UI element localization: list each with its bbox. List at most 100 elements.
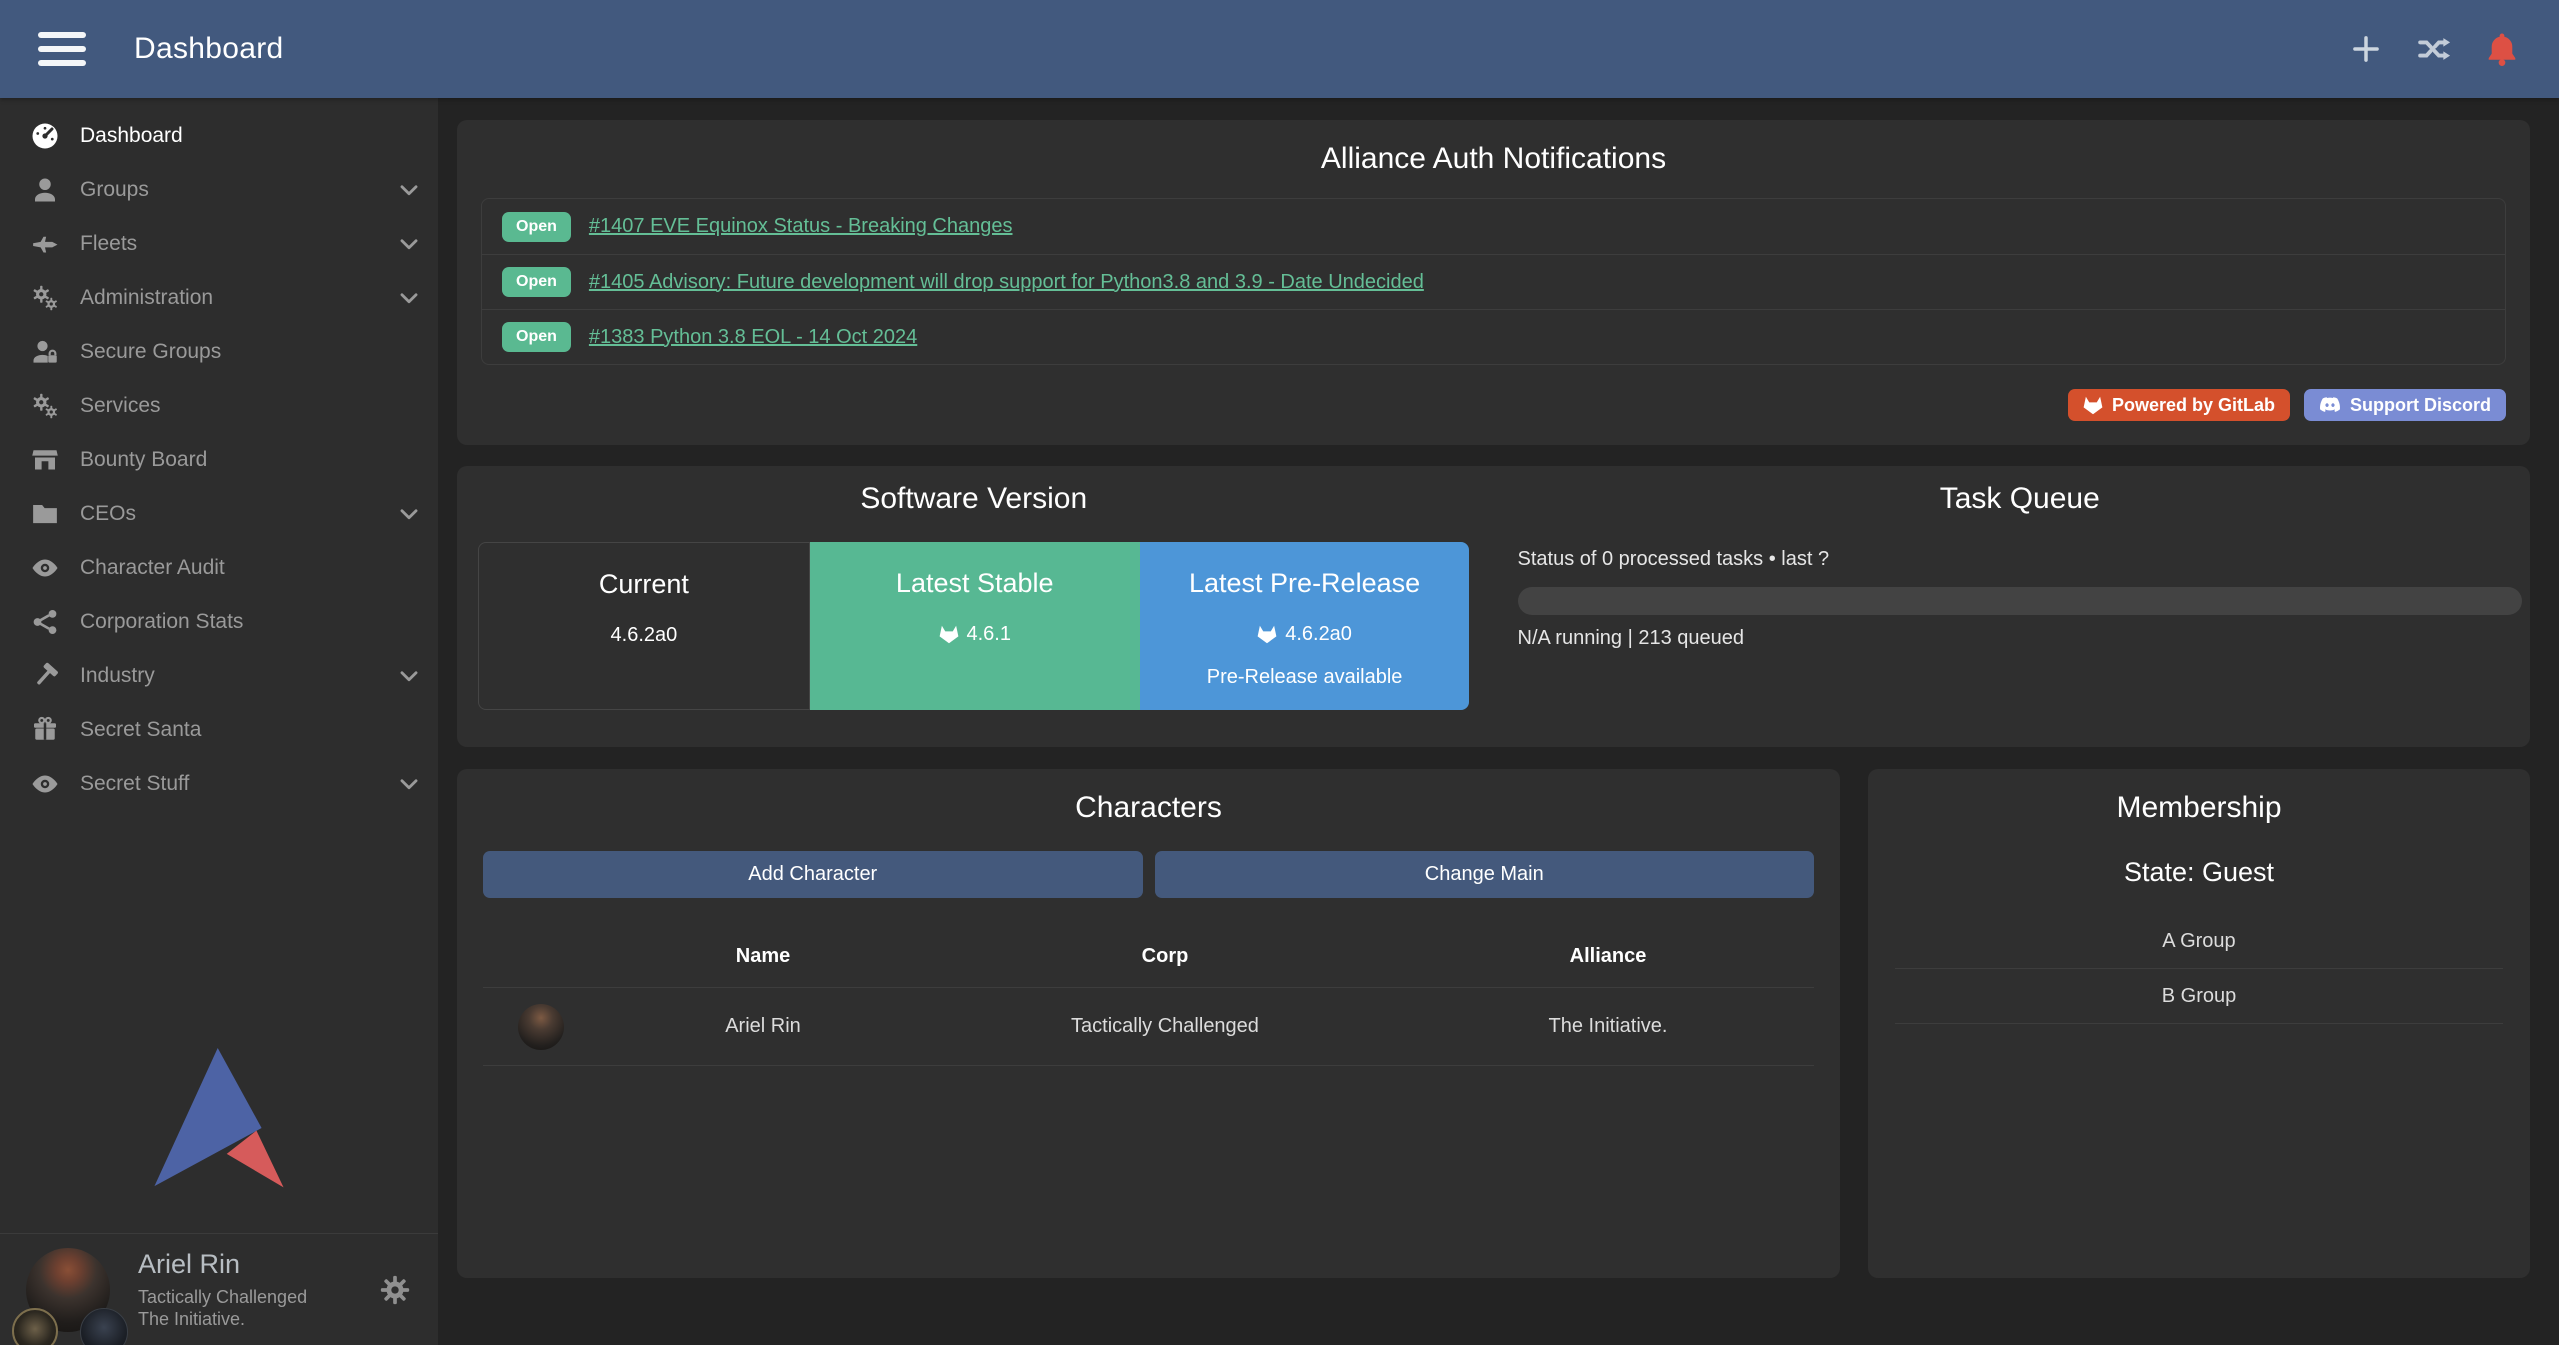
gauge-icon xyxy=(30,121,60,151)
notifications-panel: Alliance Auth Notifications Open #1407 E… xyxy=(457,120,2530,445)
version-number: 4.6.2a0 xyxy=(611,624,678,647)
share-icon xyxy=(30,607,60,637)
membership-panel: Membership State: Guest A Group B Group xyxy=(1868,769,2530,1278)
user-avatar xyxy=(26,1248,110,1332)
add-icon[interactable] xyxy=(2347,30,2385,68)
sidebar-item-secret-stuff[interactable]: Secret Stuff xyxy=(0,757,438,811)
sidebar-item-label: Dashboard xyxy=(80,124,183,148)
version-card-latest-stable: Latest Stable 4.6.1 xyxy=(810,542,1140,710)
version-card-label: Latest Stable xyxy=(810,568,1140,599)
chevron-down-icon xyxy=(396,285,422,311)
sidebar: Dashboard Groups Fleets xyxy=(0,98,438,1345)
sidebar-item-administration[interactable]: Administration xyxy=(0,271,438,325)
external-badges: Powered by GitLab Support Discord xyxy=(481,389,2506,421)
chevron-down-icon xyxy=(396,231,422,257)
task-status-line: Status of 0 processed tasks • last ? xyxy=(1518,548,2523,571)
user-info: Ariel Rin Tactically Challenged The Init… xyxy=(138,1248,307,1331)
status-badge: Open xyxy=(502,212,571,242)
add-character-button[interactable]: Add Character xyxy=(483,851,1143,898)
gitlab-badge-label: Powered by GitLab xyxy=(2112,395,2275,416)
notification-link[interactable]: #1405 Advisory: Future development will … xyxy=(589,271,1424,294)
task-queue-section: Task Queue Status of 0 processed tasks •… xyxy=(1494,466,2531,747)
sidebar-item-secure-groups[interactable]: Secure Groups xyxy=(0,325,438,379)
sidebar-item-dashboard[interactable]: Dashboard xyxy=(0,109,438,163)
version-card-label: Latest Pre-Release xyxy=(1140,568,1470,599)
characters-title: Characters xyxy=(483,791,1814,825)
store-icon xyxy=(30,445,60,475)
sidebar-item-ceos[interactable]: CEOs xyxy=(0,487,438,541)
notification-bell-icon[interactable] xyxy=(2483,30,2521,68)
chevron-down-icon xyxy=(396,177,422,203)
version-card-pre-release: Latest Pre-Release 4.6.2a0 Pre-Release a… xyxy=(1140,542,1470,710)
sidebar-item-character-audit[interactable]: Character Audit xyxy=(0,541,438,595)
shuffle-icon[interactable] xyxy=(2415,30,2453,68)
sidebar-item-label: Secure Groups xyxy=(80,340,221,364)
membership-title: Membership xyxy=(1895,791,2503,825)
discord-icon xyxy=(2319,396,2341,414)
sidebar-item-groups[interactable]: Groups xyxy=(0,163,438,217)
change-main-button[interactable]: Change Main xyxy=(1155,851,1815,898)
sidebar-item-label: CEOs xyxy=(80,502,136,526)
characters-actions: Add Character Change Main xyxy=(483,851,1814,898)
gitlab-tanuki-icon xyxy=(2083,396,2103,415)
pre-release-note: Pre-Release available xyxy=(1140,666,1470,689)
notification-link[interactable]: #1383 Python 3.8 EOL - 14 Oct 2024 xyxy=(589,326,917,349)
notifications-title: Alliance Auth Notifications xyxy=(481,142,2506,176)
gears-icon xyxy=(30,391,60,421)
sidebar-item-label: Character Audit xyxy=(80,556,225,580)
software-version-section: Software Version Current 4.6.2a0 Latest … xyxy=(457,466,1494,747)
sidebar-item-label: Corporation Stats xyxy=(80,610,243,634)
sidebar-item-secret-santa[interactable]: Secret Santa xyxy=(0,703,438,757)
chevron-down-icon xyxy=(396,501,422,527)
cell-name: Ariel Rin xyxy=(598,1015,928,1038)
status-badge: Open xyxy=(502,322,571,352)
characters-table: Name Corp Alliance Ariel Rin Tactically … xyxy=(483,926,1814,1066)
user-alliance: The Initiative. xyxy=(138,1308,307,1331)
gitlab-badge[interactable]: Powered by GitLab xyxy=(2068,389,2290,421)
table-row: Ariel Rin Tactically Challenged The Init… xyxy=(483,988,1814,1066)
version-card-label: Current xyxy=(479,569,809,600)
user-name: Ariel Rin xyxy=(138,1248,307,1282)
task-progress-bar xyxy=(1518,587,2523,615)
gift-icon xyxy=(30,715,60,745)
membership-groups: A Group B Group xyxy=(1895,914,2503,1024)
header-alliance: Alliance xyxy=(1402,945,1814,968)
membership-state: State: Guest xyxy=(1895,857,2503,888)
sidebar-item-label: Secret Santa xyxy=(80,718,201,742)
sidebar-item-industry[interactable]: Industry xyxy=(0,649,438,703)
navbar: Dashboard xyxy=(0,0,2559,98)
notification-item: Open #1405 Advisory: Future development … xyxy=(482,254,2505,309)
chevron-down-icon xyxy=(396,663,422,689)
app-root: Dashboard xyxy=(0,0,2559,1345)
sidebar-item-label: Industry xyxy=(80,664,155,688)
notifications-list: Open #1407 EVE Equinox Status - Breaking… xyxy=(481,198,2506,365)
software-version-title: Software Version xyxy=(478,482,1470,516)
page-title: Dashboard xyxy=(134,32,283,66)
sidebar-item-label: Groups xyxy=(80,178,149,202)
menu-toggle-icon[interactable] xyxy=(38,32,86,66)
sidebar-item-label: Fleets xyxy=(80,232,137,256)
discord-badge-label: Support Discord xyxy=(2350,395,2491,416)
sidebar-item-services[interactable]: Services xyxy=(0,379,438,433)
sidebar-item-bounty-board[interactable]: Bounty Board xyxy=(0,433,438,487)
jet-icon xyxy=(30,229,60,259)
notification-item: Open #1383 Python 3.8 EOL - 14 Oct 2024 xyxy=(482,309,2505,364)
cell-corp: Tactically Challenged xyxy=(928,1015,1402,1038)
user-icon xyxy=(30,175,60,205)
version-cards: Current 4.6.2a0 Latest Stable 4.6.1 xyxy=(478,542,1470,710)
discord-badge[interactable]: Support Discord xyxy=(2304,389,2506,421)
version-number: 4.6.1 xyxy=(967,623,1011,646)
gears-icon xyxy=(30,283,60,313)
notification-link[interactable]: #1407 EVE Equinox Status - Breaking Chan… xyxy=(589,215,1013,238)
alliance-auth-logo xyxy=(152,1048,286,1190)
sidebar-item-corporation-stats[interactable]: Corporation Stats xyxy=(0,595,438,649)
settings-gear-icon[interactable] xyxy=(378,1273,412,1307)
eye-icon xyxy=(30,769,60,799)
task-queue-title: Task Queue xyxy=(1518,482,2523,516)
chevron-down-icon xyxy=(396,771,422,797)
header-name: Name xyxy=(598,945,928,968)
character-row-portrait xyxy=(518,1004,564,1050)
cell-alliance: The Initiative. xyxy=(1402,1015,1814,1038)
sidebar-item-fleets[interactable]: Fleets xyxy=(0,217,438,271)
navbar-actions xyxy=(2347,30,2521,68)
